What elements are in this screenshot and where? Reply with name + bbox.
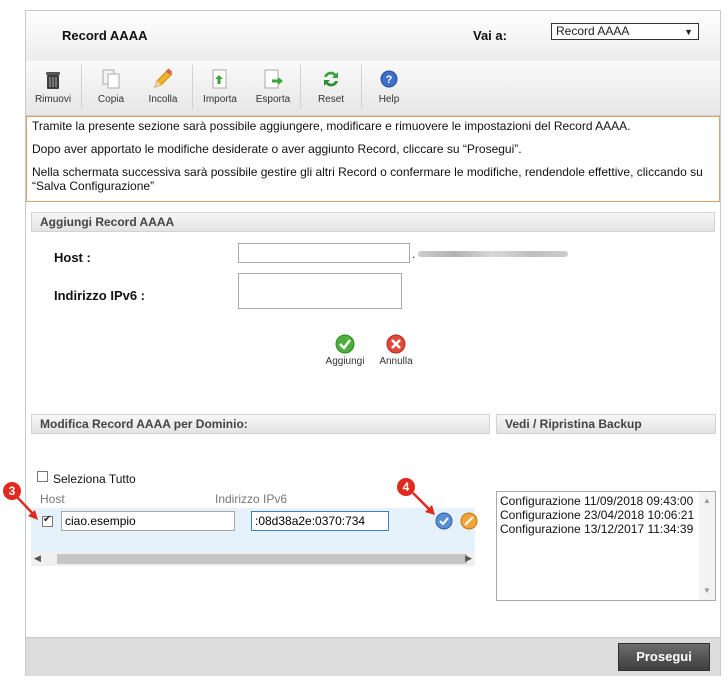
scroll-left-icon[interactable]: ◀ [34,553,41,564]
row-ipv6-input[interactable] [251,511,389,531]
backup-list[interactable]: Configurazione 11/09/2018 09:43:00 Confi… [496,491,716,601]
ipv6-label: Indirizzo IPv6 : [54,288,146,303]
toolbar-separator [361,65,362,109]
vertical-scrollbar[interactable]: ▲ ▼ [699,492,715,600]
dropdown-arrow-icon: ▼ [684,27,693,37]
host-domain-suffix: . [412,247,416,261]
paste-label: Incolla [148,94,178,105]
scroll-right-icon[interactable]: ▶ [465,553,472,564]
select-all-label: Seleziona Tutto [53,472,136,486]
horizontal-scrollbar[interactable]: ◀ ▶ [31,552,475,566]
row-host-input[interactable] [61,511,235,531]
annotation-arrow-icon [16,496,38,520]
paste-button[interactable]: Incolla [138,65,188,111]
goto-label: Vai a: [473,28,507,43]
remove-button[interactable]: Rimuovi [28,65,78,111]
info-text-2: Dopo aver apportato le modifiche desider… [32,142,522,156]
toolbar: Rimuovi Copia Incolla Importa Esporta Re… [26,61,720,116]
copy-label: Copia [97,94,125,105]
footer-bar: Prosegui [26,637,720,676]
import-button[interactable]: Importa [195,65,245,111]
cancel-label: Annulla [379,356,413,367]
proceed-button[interactable]: Prosegui [618,643,710,671]
domain-name-redacted [418,251,568,257]
pencil-icon [154,68,173,88]
backup-section-header: Vedi / Ripristina Backup [496,414,716,434]
copy-button[interactable]: Copia [86,65,136,111]
host-label: Host : [54,250,91,265]
cancel-edit-icon[interactable] [460,512,478,530]
info-text-1: Tramite la presente sezione sarà possibi… [32,119,631,133]
toolbar-separator [81,65,82,109]
export-label: Esporta [255,94,291,105]
ipv6-column-header: Indirizzo IPv6 [215,492,288,506]
remove-label: Rimuovi [34,94,72,105]
add-label: Aggiungi [325,356,365,367]
reset-button[interactable]: Reset [306,65,356,111]
host-input[interactable] [238,243,410,263]
help-label: Help [378,94,400,105]
export-button[interactable]: Esporta [248,65,298,111]
help-icon: ? [380,70,398,88]
page-title: Record AAAA [62,28,148,43]
checkmark-icon [335,334,355,354]
backup-item[interactable]: Configurazione 23/04/2018 10:06:21 [500,508,712,522]
import-icon [212,69,227,89]
annotation-arrow-icon [412,492,435,515]
header: Record AAAA Vai a: Record AAAA ▼ [26,11,720,62]
toolbar-separator [192,65,193,109]
host-column-header: Host [40,492,65,506]
close-icon [386,334,406,354]
ipv6-textarea[interactable] [238,273,402,309]
scroll-down-icon[interactable]: ▼ [703,584,711,598]
scroll-up-icon[interactable]: ▲ [703,494,711,508]
backup-item[interactable]: Configurazione 13/12/2017 11:34:39 [500,522,712,536]
toolbar-separator [300,65,301,109]
reset-label: Reset [317,94,345,105]
svg-text:?: ? [386,74,393,86]
backup-item[interactable]: Configurazione 11/09/2018 09:43:00 [500,494,712,508]
import-label: Importa [203,94,237,105]
reset-icon [324,71,338,87]
copy-icon [102,69,120,89]
export-icon [264,69,283,89]
main-panel: Record AAAA Vai a: Record AAAA ▼ Rimuovi… [25,10,721,676]
goto-select-value: Record AAAA [556,24,630,38]
scrollbar-thumb[interactable] [57,554,467,564]
row-checkbox[interactable] [42,514,53,527]
help-button[interactable]: ? Help [364,65,414,111]
goto-select[interactable]: Record AAAA ▼ [551,23,699,40]
record-list [31,508,478,554]
add-button[interactable]: Aggiungi [323,334,367,367]
info-text-3: Nella schermata successiva sarà possibil… [32,165,703,193]
trash-icon [46,72,60,89]
modify-section-header: Modifica Record AAAA per Dominio: [31,414,490,434]
select-all-checkbox[interactable] [37,471,48,482]
info-box: Tramite la presente sezione sarà possibi… [26,116,720,202]
add-section-header: Aggiungi Record AAAA [31,212,715,232]
cancel-button[interactable]: Annulla [374,334,418,367]
